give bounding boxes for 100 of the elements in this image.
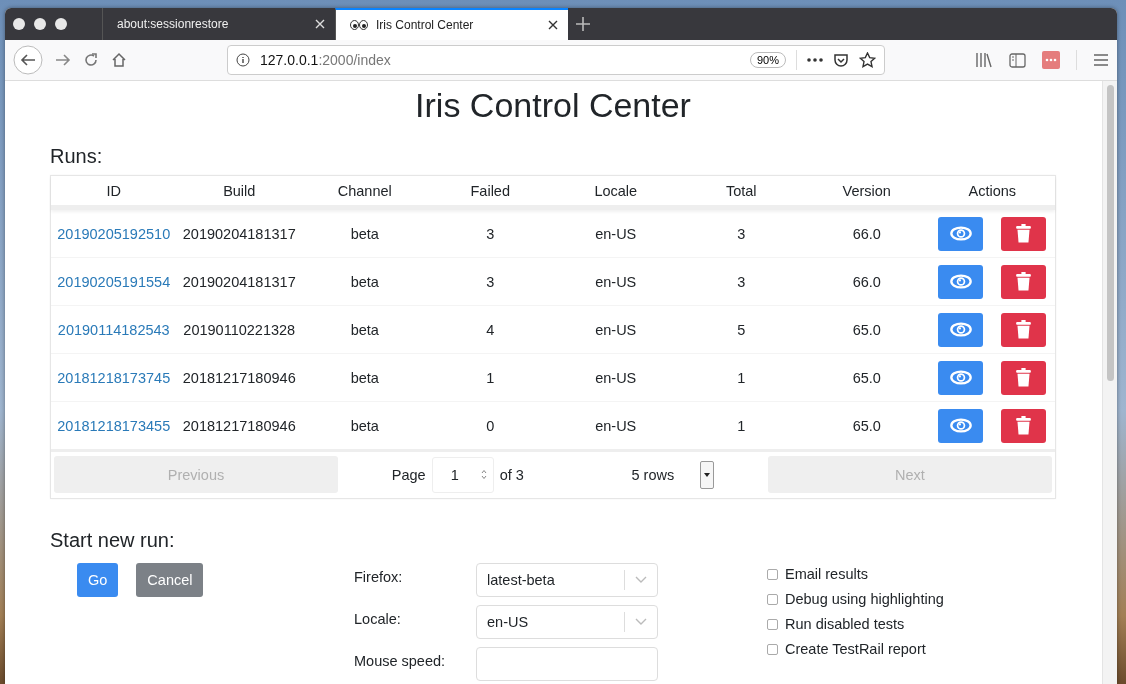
- column-header[interactable]: ID: [51, 182, 177, 199]
- new-tab-icon[interactable]: [576, 17, 590, 31]
- star-icon[interactable]: [859, 52, 876, 68]
- eyes-icon: [350, 20, 368, 30]
- table-cell-text: 20190110221328: [182, 321, 297, 338]
- run-id-link[interactable]: 20190205191554: [57, 273, 171, 290]
- table-cell-text: 20181217180946: [181, 417, 297, 434]
- table-cell-text: 4: [485, 321, 496, 338]
- eye-icon: [949, 226, 972, 241]
- table-cell-text: 20181217180946: [181, 369, 297, 386]
- run-id-link[interactable]: 20190114182543: [57, 321, 170, 338]
- delete-button[interactable]: [1001, 408, 1047, 443]
- sidebar-icon[interactable]: [1009, 52, 1026, 68]
- table-cell-text: 1: [485, 369, 496, 386]
- menu-icon[interactable]: [1093, 53, 1109, 67]
- table-cell-text: 20190204181317: [181, 273, 297, 290]
- checkbox-label[interactable]: Debug using highlighting: [785, 591, 944, 607]
- table-cell-text: en-US: [594, 321, 638, 338]
- view-button[interactable]: [938, 360, 984, 395]
- table-cell-text: 66.0: [851, 273, 882, 290]
- checkbox[interactable]: [767, 568, 778, 580]
- view-button[interactable]: [938, 264, 984, 299]
- table-cell-text: 20190204181317: [181, 225, 297, 242]
- table-cell-text: 3: [485, 273, 496, 290]
- table-cell-text: beta: [349, 417, 380, 434]
- table-cell-text: en-US: [594, 417, 638, 434]
- browser-tab[interactable]: Iris Control Center: [335, 8, 568, 40]
- run-id-link[interactable]: 20181218173455: [57, 417, 171, 434]
- checkbox[interactable]: [767, 618, 778, 630]
- library-icon[interactable]: [975, 52, 993, 68]
- select-field[interactable]: latest-beta: [476, 563, 658, 597]
- select-field[interactable]: en-US: [476, 605, 658, 639]
- extension-icon[interactable]: [1042, 51, 1060, 69]
- back-icon[interactable]: [13, 45, 43, 75]
- field-label: Firefox:: [354, 568, 404, 585]
- table-cell-text: 65.0: [851, 321, 882, 338]
- pocket-icon[interactable]: [833, 52, 849, 68]
- table-cell-text: 3: [736, 225, 747, 242]
- checkbox-label[interactable]: Email results: [785, 566, 868, 582]
- table-cell-text: beta: [349, 273, 380, 290]
- table-cell-text: beta: [349, 321, 380, 338]
- field-label: Mouse speed:: [354, 652, 447, 669]
- eye-icon: [949, 274, 972, 289]
- column-header[interactable]: Actions: [929, 182, 1055, 199]
- delete-button[interactable]: [1001, 360, 1047, 395]
- checkbox-label[interactable]: Create TestRail report: [785, 641, 926, 657]
- checkbox[interactable]: [767, 643, 778, 655]
- more-icon[interactable]: [807, 58, 823, 62]
- trash-icon: [1016, 368, 1032, 387]
- page-label: Page: [391, 466, 426, 483]
- delete-button[interactable]: [1001, 216, 1047, 251]
- trash-icon: [1016, 224, 1032, 243]
- table-cell-text: 3: [485, 225, 496, 242]
- delete-button[interactable]: [1001, 264, 1047, 299]
- forward-icon[interactable]: [55, 52, 71, 68]
- spinner-icon[interactable]: [480, 469, 487, 480]
- page-title: Iris Control Center: [414, 85, 692, 125]
- run-id-link[interactable]: 20181218173745: [57, 369, 171, 386]
- reload-icon[interactable]: [83, 52, 99, 68]
- rows-per-page: 5 rows: [631, 466, 675, 483]
- view-button[interactable]: [938, 312, 984, 347]
- rows-dropdown[interactable]: [700, 460, 715, 489]
- scrollbar[interactable]: [1102, 81, 1117, 684]
- column-header[interactable]: Build: [176, 182, 302, 199]
- trash-icon: [1016, 416, 1032, 435]
- section-heading: Runs:: [50, 144, 104, 169]
- table-cell-text: 3: [736, 273, 747, 290]
- page-count: of 3: [499, 466, 524, 483]
- view-button[interactable]: [938, 408, 984, 443]
- table-cell-text: 1: [736, 417, 747, 434]
- run-id-link[interactable]: 20190205192510: [57, 225, 171, 242]
- home-icon[interactable]: [111, 52, 127, 68]
- delete-button[interactable]: [1001, 312, 1047, 347]
- trash-icon: [1016, 320, 1032, 339]
- page-number-field[interactable]: 1: [431, 456, 494, 493]
- select-field[interactable]: [476, 647, 658, 681]
- table-cell-text: beta: [349, 369, 380, 386]
- column-header[interactable]: Failed: [427, 182, 553, 199]
- column-header[interactable]: Version: [804, 182, 930, 199]
- checkbox[interactable]: [767, 593, 778, 605]
- view-button[interactable]: [938, 216, 984, 251]
- table-cell-text: en-US: [594, 225, 638, 242]
- column-header[interactable]: Locale: [553, 182, 679, 199]
- field-label: Locale:: [354, 610, 402, 627]
- info-icon[interactable]: [236, 53, 250, 67]
- caret-icon: [704, 472, 711, 477]
- column-header[interactable]: Total: [678, 182, 804, 199]
- column-header[interactable]: Channel: [302, 182, 428, 199]
- table-cell-text: en-US: [594, 273, 638, 290]
- section-heading: Start new run:: [50, 528, 176, 553]
- address-bar[interactable]: 127.0.0.1:2000/index 90%: [227, 45, 885, 75]
- checkbox-label[interactable]: Run disabled tests: [785, 616, 905, 632]
- cancel-button[interactable]: Cancel: [136, 563, 204, 597]
- close-icon[interactable]: [548, 20, 558, 30]
- table-cell-text: 65.0: [851, 417, 882, 434]
- table-cell-text: 65.0: [851, 369, 882, 386]
- eye-icon: [949, 418, 972, 433]
- eye-icon: [949, 370, 972, 385]
- table-cell-text: 5: [736, 321, 747, 338]
- table-cell-text: en-US: [594, 369, 638, 386]
